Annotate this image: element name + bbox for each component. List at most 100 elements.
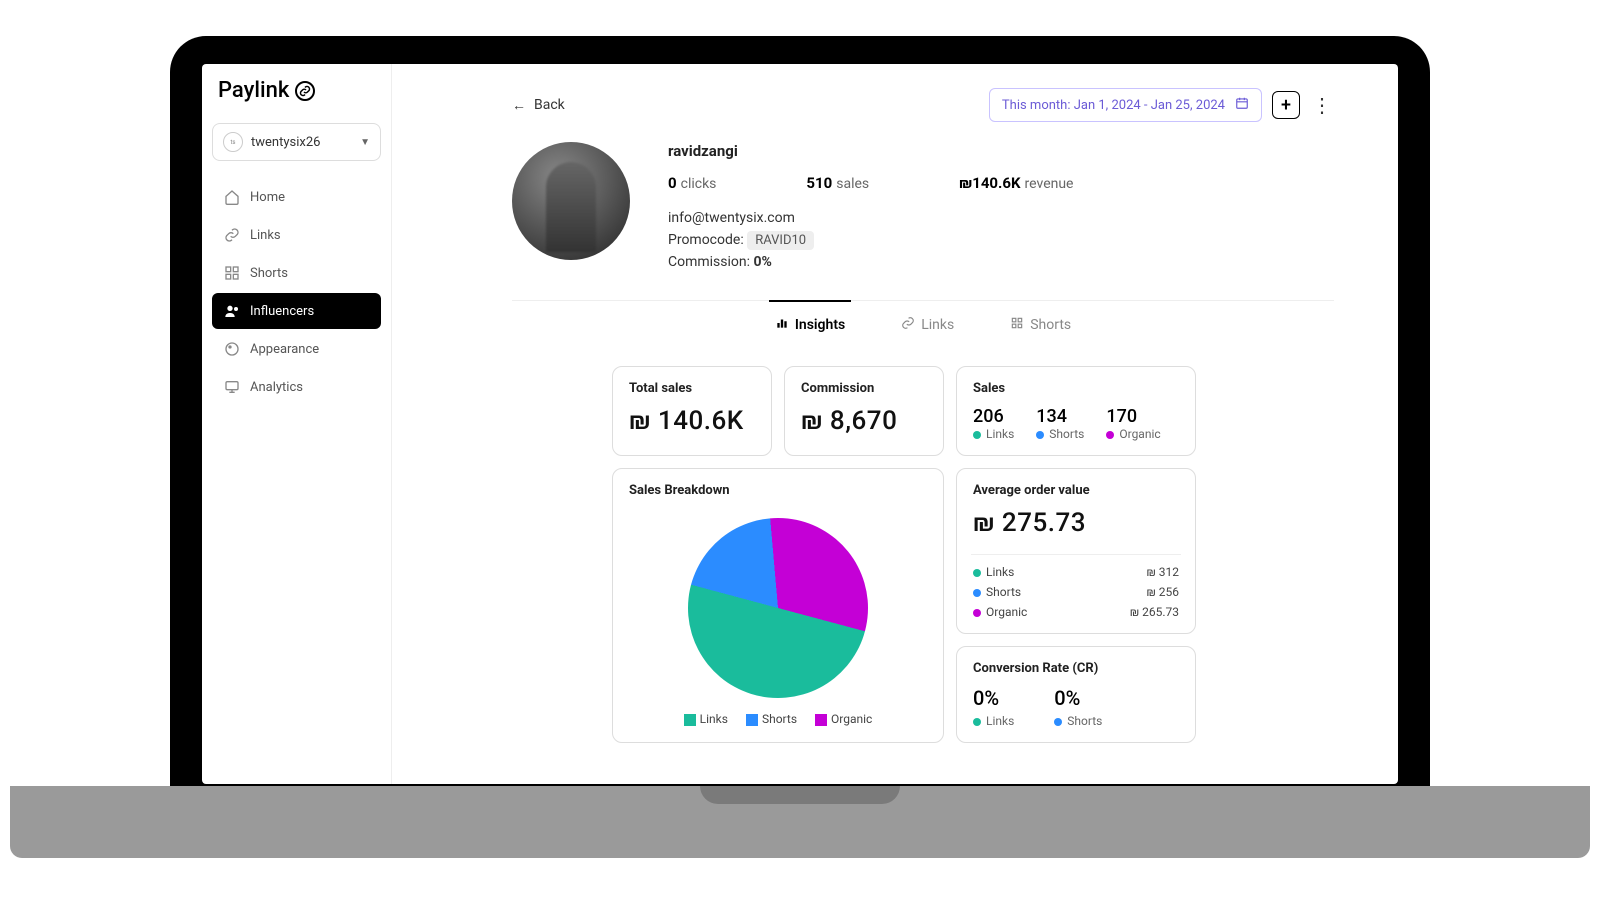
- card-value: ₪ 8,670: [801, 406, 927, 436]
- palette-icon: [224, 341, 240, 357]
- workspace-avatar-icon: ts: [223, 132, 243, 152]
- card-title: Sales Breakdown: [629, 483, 927, 498]
- sidebar-nav: Home Links Shorts Influencers Appearance: [212, 179, 381, 405]
- add-button[interactable]: +: [1272, 91, 1300, 119]
- sales-shorts: 134 Shorts: [1036, 406, 1084, 441]
- metrics-row: Total sales ₪ 140.6K Commission ₪ 8,670 …: [612, 366, 1334, 456]
- value: 170: [1106, 406, 1160, 427]
- metrics-row-2: Sales Breakdown Links Shorts Organic Ave…: [612, 468, 1334, 743]
- more-menu[interactable]: ⋮: [1310, 93, 1334, 117]
- square-links-icon: [684, 714, 696, 726]
- card-total-sales: Total sales ₪ 140.6K: [612, 366, 772, 456]
- pie-chart: [680, 510, 875, 705]
- label: Shorts: [1067, 714, 1102, 728]
- aov-row-shorts: Shorts ₪ 256: [973, 585, 1179, 599]
- sidebar-item-appearance[interactable]: Appearance: [212, 331, 381, 367]
- cr-links: 0% Links: [973, 686, 1014, 728]
- monitor-icon: [224, 379, 240, 395]
- clicks-value: 0: [668, 174, 677, 192]
- card-value: ₪ 275.73: [973, 508, 1179, 538]
- bars-icon: [775, 316, 789, 334]
- right-column: Average order value ₪ 275.73 Links ₪ 312…: [956, 468, 1196, 743]
- sales-links: 206 Links: [973, 406, 1014, 441]
- back-button[interactable]: ← Back: [512, 97, 565, 114]
- clicks-label: clicks: [681, 176, 717, 192]
- dot-shorts-icon: [1036, 431, 1044, 439]
- calendar-icon: [1235, 96, 1249, 114]
- avatar: [512, 142, 630, 260]
- card-sales-breakdown: Sales Breakdown Links Shorts Organic: [612, 468, 944, 743]
- label: Links: [986, 565, 1014, 579]
- card-title: Average order value: [973, 483, 1179, 498]
- profile-promocode-row: Promocode: RAVID10: [668, 232, 1334, 248]
- topbar-actions: This month: Jan 1, 2024 - Jan 25, 2024 +…: [989, 88, 1334, 122]
- commission-value: 0%: [754, 254, 772, 270]
- card-aov: Average order value ₪ 275.73 Links ₪ 312…: [956, 468, 1196, 634]
- card-conversion-rate: Conversion Rate (CR) 0% Links 0% Shorts: [956, 646, 1196, 743]
- sidebar-item-label: Appearance: [250, 342, 319, 357]
- sidebar-item-label: Shorts: [250, 266, 288, 281]
- laptop-frame: Paylink ts twentysix26 ▼ Home Links: [170, 36, 1430, 786]
- value: 0%: [973, 686, 1014, 710]
- username: ravidzangi: [668, 142, 1334, 160]
- brand-text: Paylink: [218, 78, 289, 103]
- link-icon: [224, 227, 240, 243]
- dot-links-icon: [973, 718, 981, 726]
- card-sales-split: Sales 206 Links 134 Shorts 170 Organic: [956, 366, 1196, 456]
- value: 0%: [1054, 686, 1102, 710]
- users-icon: [224, 303, 240, 319]
- label: Links: [986, 427, 1014, 441]
- sidebar-item-analytics[interactable]: Analytics: [212, 369, 381, 405]
- aov-list: Links ₪ 312 Shorts ₪ 256 Organic ₪ 265.7…: [973, 550, 1179, 619]
- promocode-label: Promocode:: [668, 232, 744, 248]
- card-value: ₪ 140.6K: [629, 406, 755, 436]
- date-range-picker[interactable]: This month: Jan 1, 2024 - Jan 25, 2024: [989, 88, 1262, 122]
- tab-links[interactable]: Links: [895, 300, 960, 348]
- chevron-down-icon: ▼: [360, 137, 370, 148]
- square-shorts-icon: [746, 714, 758, 726]
- aov-row-organic: Organic ₪ 265.73: [973, 605, 1179, 619]
- sidebar-item-label: Analytics: [250, 380, 303, 395]
- tab-label: Links: [921, 317, 954, 333]
- sidebar-item-label: Influencers: [250, 304, 314, 319]
- legend-label: Organic: [831, 712, 872, 726]
- value: ₪ 256: [1147, 585, 1179, 599]
- value: 134: [1036, 406, 1084, 427]
- value: ₪ 312: [1147, 565, 1179, 579]
- legend-label: Links: [700, 712, 728, 726]
- card-title: Total sales: [629, 381, 755, 396]
- tab-label: Insights: [795, 317, 845, 333]
- pie-chart-wrap: Links Shorts Organic: [629, 508, 927, 726]
- sidebar-item-label: Links: [250, 228, 281, 243]
- link-icon: [901, 316, 915, 334]
- cr-split: 0% Links 0% Shorts: [973, 686, 1179, 728]
- legend-organic: Organic: [815, 712, 872, 726]
- link-circle-icon: [295, 81, 315, 101]
- profile-tabs: Insights Links Shorts: [512, 300, 1334, 348]
- workspace-selector[interactable]: ts twentysix26 ▼: [212, 123, 381, 161]
- brand-logo: Paylink: [212, 78, 381, 103]
- profile-email: info@twentysix.com: [668, 210, 1334, 226]
- dot-shorts-icon: [973, 589, 981, 597]
- sidebar-item-influencers[interactable]: Influencers: [212, 293, 381, 329]
- sales-split: 206 Links 134 Shorts 170 Organic: [973, 406, 1179, 441]
- aov-row-links: Links ₪ 312: [973, 565, 1179, 579]
- tab-shorts[interactable]: Shorts: [1004, 300, 1077, 348]
- commission-label: Commission:: [668, 254, 750, 270]
- sidebar-item-shorts[interactable]: Shorts: [212, 255, 381, 291]
- tab-insights[interactable]: Insights: [769, 300, 851, 348]
- card-commission: Commission ₪ 8,670: [784, 366, 944, 456]
- divider: [971, 554, 1181, 555]
- profile-info: ravidzangi 0clicks 510sales ₪140.6Kreven…: [668, 142, 1334, 276]
- sales-organic: 170 Organic: [1106, 406, 1160, 441]
- sidebar-item-links[interactable]: Links: [212, 217, 381, 253]
- card-title: Conversion Rate (CR): [973, 661, 1179, 676]
- stat-sales: 510sales: [806, 174, 869, 192]
- grid-icon: [224, 265, 240, 281]
- label: Shorts: [1049, 427, 1084, 441]
- topbar: ← Back This month: Jan 1, 2024 - Jan 25,…: [512, 88, 1334, 122]
- legend-shorts: Shorts: [746, 712, 797, 726]
- sidebar-item-home[interactable]: Home: [212, 179, 381, 215]
- influencer-profile: ravidzangi 0clicks 510sales ₪140.6Kreven…: [512, 142, 1334, 276]
- card-title: Sales: [973, 381, 1179, 396]
